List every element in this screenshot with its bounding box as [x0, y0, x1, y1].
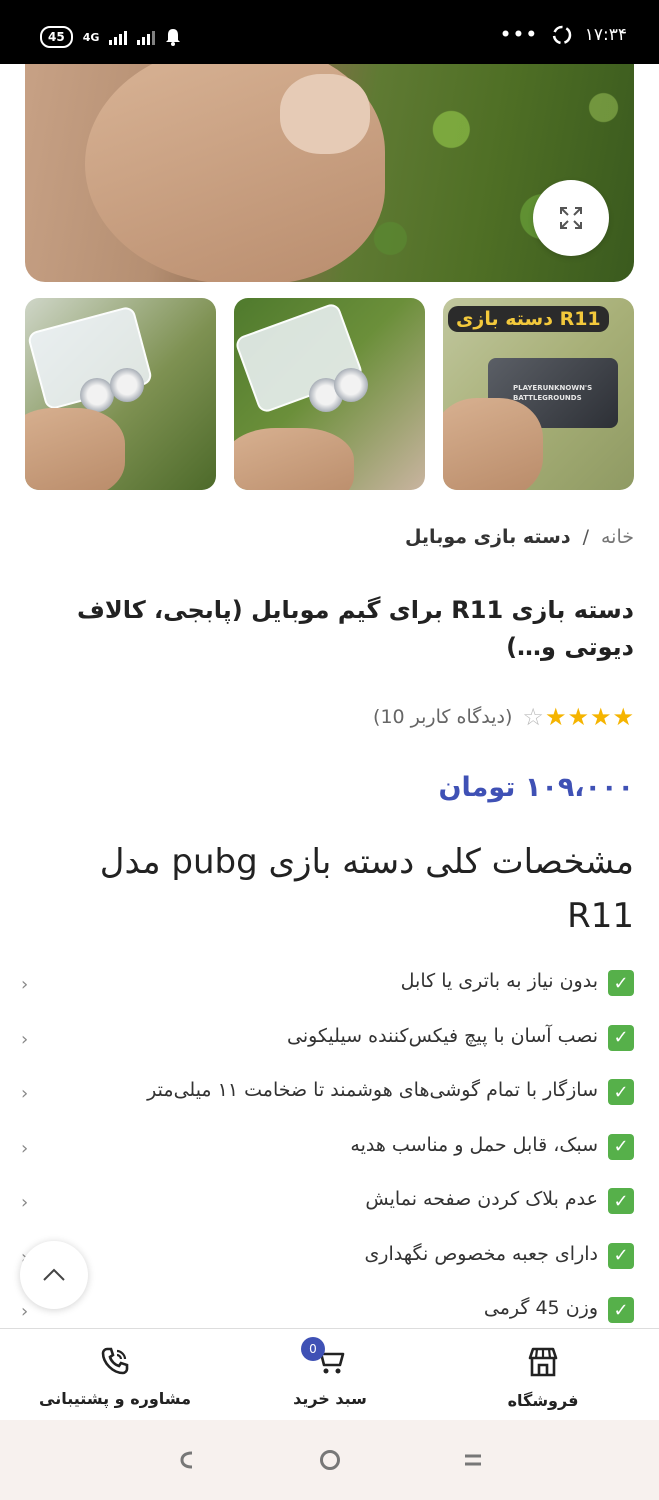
store-icon [528, 1347, 558, 1377]
chevron-left-icon: ‹ [21, 1137, 29, 1159]
r11-badge: دسته بازی R11 [448, 306, 609, 332]
product-price: ۱۰۹،۰۰۰ تومان [438, 772, 634, 803]
list-item: ✓ سبک، قابل حمل و مناسب هدیه ‹ [21, 1133, 641, 1189]
check-icon: ✓ [608, 1242, 634, 1269]
check-icon: ✓ [608, 1188, 634, 1214]
spec-text: دارای جعبه مخصوص نگهداری [364, 1242, 598, 1265]
cart-count-badge: 0 [301, 1337, 325, 1361]
chevron-left-icon: ‹ [21, 1028, 29, 1050]
list-item: ✓ بدون نیاز به باتری یا کابل ‹ [21, 970, 641, 1025]
status-left: 45 4G [40, 26, 181, 48]
image-nail [280, 74, 370, 154]
signal-icon [109, 29, 128, 45]
signal-icon-2 [137, 29, 156, 45]
system-navigation-bar [0, 1420, 659, 1500]
star-icon: ★ [567, 703, 589, 731]
back-button[interactable] [178, 1448, 196, 1476]
star-icon: ★ [544, 703, 567, 731]
chevron-left-icon: ‹ [21, 974, 29, 995]
star-empty-icon: ☆ [522, 703, 544, 731]
bottom-navigation: مشاوره و پشتیبانی 0 سبد خرید فروشگاه [0, 1328, 659, 1420]
zoom-button[interactable] [533, 180, 609, 256]
nav-shop-label: فروشگاه [507, 1391, 579, 1410]
breadcrumb: خانه / دسته بازی موبایل [405, 526, 634, 548]
recents-icon [465, 1454, 481, 1466]
check-icon: ✓ [608, 970, 634, 996]
chevron-up-icon [43, 1268, 65, 1281]
scroll-to-top-button[interactable] [20, 1241, 88, 1309]
breadcrumb-home[interactable]: خانه [601, 526, 634, 548]
spec-text: بدون نیاز به باتری یا کابل [400, 970, 598, 992]
back-icon [180, 1451, 193, 1469]
thumb-knob [80, 378, 114, 412]
network-type: 4G [82, 30, 100, 44]
thumbnail-2[interactable] [234, 298, 425, 490]
list-item: ✓دارای جعبه مخصوص نگهداری‹ [21, 1242, 641, 1298]
tin-box-text: PLAYERUNKNOWN'S BATTLEGROUNDS [513, 384, 593, 402]
thumbnail-3[interactable]: دسته بازی R11 PLAYERUNKNOWN'S BATTLEGROU… [443, 298, 634, 490]
reviews-link[interactable]: (دیدگاه کاربر 10) [373, 706, 512, 728]
breadcrumb-separator: / [582, 526, 589, 548]
thumb-hand [443, 398, 543, 490]
star-icon: ★ [589, 703, 612, 731]
more-dots-icon: ••• [500, 25, 539, 45]
chevron-left-icon: ‹ [21, 1192, 29, 1213]
nav-support[interactable]: مشاوره و پشتیبانی [25, 1345, 205, 1408]
check-icon: ✓ [608, 1024, 634, 1051]
nav-cart-label: سبد خرید [293, 1389, 367, 1408]
main-product-image[interactable] [25, 64, 634, 282]
list-item: ✓ نصب آسان با پیچ فیکس‌کننده سیلیکونی ‹ [21, 1024, 641, 1080]
chevron-left-icon: ‹ [21, 1301, 29, 1322]
notification-bell-icon [166, 29, 181, 46]
thumb-hand [234, 428, 354, 490]
list-item: ✓ عدم بلاک کردن صفحه نمایش ‹ [21, 1188, 641, 1243]
spec-text: وزن 45 گرمی [483, 1297, 598, 1319]
spec-text: سازگار با تمام گوشی‌های هوشمند تا ضخامت … [147, 1079, 598, 1101]
rating-row: ★ ★ ★ ★ ☆ (دیدگاه کاربر 10) [373, 703, 634, 731]
chevron-left-icon: ‹ [21, 1083, 29, 1104]
thumb-knob [334, 368, 368, 402]
star-rating: ★ ★ ★ ★ ☆ [522, 703, 634, 731]
spec-text: عدم بلاک کردن صفحه نمایش [365, 1188, 598, 1210]
thumb-hand [25, 408, 125, 490]
breadcrumb-category[interactable]: دسته بازی موبایل [405, 526, 571, 548]
spec-text: سبک، قابل حمل و مناسب هدیه [350, 1133, 598, 1156]
recents-button[interactable] [462, 1448, 484, 1476]
home-button[interactable] [318, 1448, 342, 1476]
home-circle-icon [320, 1450, 340, 1470]
thumbnail-1[interactable] [25, 298, 216, 490]
check-icon: ✓ [608, 1297, 634, 1323]
nav-shop[interactable]: فروشگاه [453, 1345, 633, 1410]
product-title: دسته بازی R11 برای گیم موبایل (پابجی، کا… [76, 596, 634, 661]
r11-badge-text: دسته بازی R11 [456, 308, 601, 330]
phone-icon [101, 1347, 129, 1375]
thumb-knob [110, 368, 144, 402]
battery-indicator: 45 [40, 26, 73, 48]
status-bar: 45 4G ••• ۱۷:۳۴ [0, 0, 659, 64]
sync-icon [552, 25, 571, 45]
clock: ۱۷:۳۴ [584, 25, 627, 45]
battery-level: 45 [48, 30, 65, 44]
check-icon: ✓ [608, 1133, 634, 1160]
nav-cart[interactable]: 0 سبد خرید [240, 1337, 420, 1408]
thumbnail-gallery: دسته بازی R11 PLAYERUNKNOWN'S BATTLEGROU… [25, 298, 634, 490]
check-icon: ✓ [608, 1079, 634, 1105]
star-icon: ★ [612, 703, 634, 731]
list-item: ✓ سازگار با تمام گوشی‌های هوشمند تا ضخامت… [21, 1079, 641, 1134]
nav-support-label: مشاوره و پشتیبانی [39, 1389, 191, 1408]
specs-heading: مشخصات کلی دسته بازی pubg مدل R11 [99, 842, 634, 936]
spec-text: نصب آسان با پیچ فیکس‌کننده سیلیکونی [286, 1024, 598, 1047]
status-right: ••• ۱۷:۳۴ [500, 24, 627, 46]
expand-icon [560, 207, 582, 229]
specs-list: ✓ بدون نیاز به باتری یا کابل ‹ ✓ نصب آسان ب… [21, 970, 641, 1352]
